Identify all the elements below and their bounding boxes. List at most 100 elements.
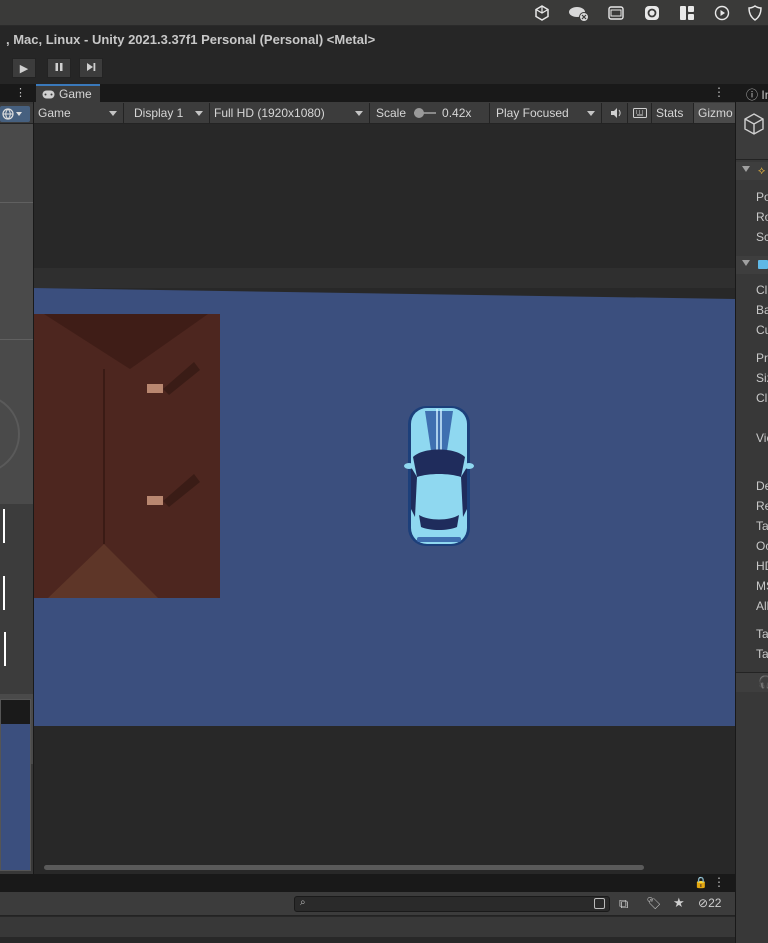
transform-component-header[interactable]: ⟡ bbox=[736, 162, 768, 180]
project-more-options-icon[interactable]: ⋮ bbox=[713, 875, 725, 889]
chevron-down-icon bbox=[355, 111, 363, 116]
eye-slash-icon: ⊘ bbox=[698, 896, 709, 910]
logi-icon[interactable] bbox=[643, 4, 661, 22]
favorites-icon[interactable]: ★ bbox=[673, 895, 685, 911]
scale-slider[interactable] bbox=[414, 108, 437, 118]
play-mode-value: Play Focused bbox=[496, 106, 569, 120]
resolution-value: Full HD (1920x1080) bbox=[214, 106, 325, 120]
tab-game[interactable]: Game bbox=[36, 84, 100, 102]
inspector-field-label: Ba bbox=[756, 303, 768, 317]
inspector-field-label: Ta bbox=[756, 647, 768, 661]
project-tab-strip: 🔒 ⋮ bbox=[0, 874, 735, 892]
chevron-down-icon bbox=[742, 260, 750, 266]
inspector-field-label: Po bbox=[756, 190, 768, 204]
camera-icon bbox=[758, 260, 768, 269]
game-controls-bar: Game Display 1 Full HD (1920x1080) Scale… bbox=[34, 102, 735, 124]
gizmo-dropdown[interactable] bbox=[0, 106, 30, 122]
resolution-dropdown[interactable]: Full HD (1920x1080) bbox=[210, 103, 370, 123]
gamepad-icon bbox=[42, 90, 55, 98]
inspector-field-label: Cu bbox=[756, 323, 768, 337]
player-car bbox=[404, 406, 474, 546]
play-button[interactable]: ▶ bbox=[12, 58, 36, 78]
game-more-options-icon[interactable]: ⋮ bbox=[713, 85, 725, 99]
headphones-icon: 🎧 bbox=[758, 675, 768, 689]
scene-tab-strip: ⋮ bbox=[0, 84, 33, 102]
more-options-icon[interactable]: ⋮ bbox=[15, 86, 26, 99]
hidden-count: 22 bbox=[708, 896, 722, 910]
inspector-field-label: Ro bbox=[756, 210, 768, 224]
gizmos-button[interactable]: Gizmo bbox=[694, 103, 735, 123]
mute-audio-button[interactable] bbox=[604, 103, 628, 123]
window-icon[interactable] bbox=[607, 4, 625, 22]
inspector-panel: ⓘ In ⟡ Po Ro Sc Cl Ba Cu Pr Siz Cl Vie D… bbox=[735, 84, 768, 943]
scene-viewport[interactable] bbox=[0, 124, 33, 764]
mini-preview bbox=[0, 699, 31, 871]
chevron-down-icon bbox=[16, 112, 22, 116]
grid-icon[interactable] bbox=[678, 4, 696, 22]
inspector-field-label: Sc bbox=[756, 230, 768, 244]
filter-by-type-icon[interactable]: ⧉ bbox=[619, 896, 628, 912]
chevron-down-icon bbox=[109, 111, 117, 116]
inspector-field-label: Cl bbox=[756, 283, 768, 297]
play-toolbar: ▶ bbox=[0, 54, 768, 84]
inspector-tab-label: In bbox=[761, 88, 768, 102]
globe-icon bbox=[2, 108, 14, 120]
chevron-down-icon bbox=[587, 111, 595, 116]
scale-slider-thumb[interactable] bbox=[414, 108, 425, 118]
gizmos-label: Gizmo bbox=[698, 106, 733, 120]
game-view-panel: Game ⋮ Game Display 1 Full HD (1920x1080… bbox=[34, 84, 735, 874]
scene-panel: ⋮ bbox=[0, 84, 34, 874]
lock-icon[interactable]: 🔒 bbox=[694, 876, 708, 889]
search-icon: ⌕ bbox=[300, 897, 306, 908]
project-toolbar: ⌕ ⧉ 🏷 ★ ⊘22 bbox=[0, 892, 735, 916]
pause-button[interactable] bbox=[47, 58, 71, 78]
game-scene bbox=[34, 288, 735, 726]
stats-button[interactable]: Stats bbox=[652, 103, 694, 123]
search-input[interactable]: ⌕ bbox=[294, 896, 610, 912]
pause-icon bbox=[54, 62, 64, 75]
inspector-header bbox=[736, 102, 768, 160]
inspector-field-label: Ta bbox=[756, 519, 768, 533]
chevron-down-icon bbox=[195, 111, 203, 116]
play-icon: ▶ bbox=[19, 62, 29, 75]
inspector-field-label: HD bbox=[756, 559, 768, 573]
audio-listener-header[interactable]: 🎧 bbox=[736, 672, 768, 692]
play-circle-icon[interactable] bbox=[713, 4, 731, 22]
hidden-packages-toggle[interactable]: ⊘22 bbox=[698, 896, 721, 910]
inspector-field-label: Cl bbox=[756, 391, 768, 405]
inspector-field-label: Re bbox=[756, 499, 768, 513]
cube-icon bbox=[744, 113, 764, 135]
game-mode-dropdown[interactable]: Game bbox=[34, 103, 124, 123]
rooftop-building bbox=[34, 314, 220, 598]
shield-icon[interactable] bbox=[746, 4, 764, 22]
step-button[interactable] bbox=[79, 58, 103, 78]
project-panel-bar: 🔒 ⋮ ⌕ ⧉ 🏷 ★ ⊘22 bbox=[0, 874, 735, 943]
scale-label: Scale bbox=[376, 106, 407, 120]
window-title: , Mac, Linux - Unity 2021.3.37f1 Persona… bbox=[6, 32, 376, 47]
step-icon bbox=[86, 62, 96, 75]
tag-icon[interactable]: 🏷 bbox=[646, 896, 661, 910]
inspector-tab[interactable]: ⓘ In bbox=[746, 86, 768, 103]
horizontal-scrollbar[interactable] bbox=[44, 865, 644, 870]
camera-component-header[interactable] bbox=[736, 256, 768, 274]
game-tab-strip: Game ⋮ bbox=[34, 84, 735, 102]
system-menu-bar bbox=[0, 0, 768, 26]
keyboard-icon bbox=[632, 108, 647, 118]
display-dropdown[interactable]: Display 1 bbox=[126, 103, 210, 123]
inspector-field-label: Oc bbox=[756, 539, 768, 553]
search-by-type-icon[interactable] bbox=[594, 898, 605, 909]
stats-label: Stats bbox=[656, 106, 684, 120]
play-mode-dropdown[interactable]: Play Focused bbox=[492, 103, 602, 123]
chevron-down-icon bbox=[742, 166, 750, 172]
inspector-field-label: Siz bbox=[756, 371, 768, 385]
unity-icon[interactable] bbox=[533, 4, 551, 22]
transform-icon: ⟡ bbox=[758, 165, 766, 177]
inspector-field-label: De bbox=[756, 479, 768, 493]
window-title-bar: , Mac, Linux - Unity 2021.3.37f1 Persona… bbox=[0, 26, 768, 54]
cloud-sync-icon[interactable] bbox=[567, 4, 591, 22]
inspector-field-label: Pr bbox=[756, 351, 768, 365]
display-value: Display 1 bbox=[134, 106, 184, 120]
game-viewport[interactable] bbox=[34, 124, 735, 874]
scale-value: 0.42x bbox=[442, 106, 472, 120]
keyboard-shortcuts-button[interactable] bbox=[628, 103, 652, 123]
